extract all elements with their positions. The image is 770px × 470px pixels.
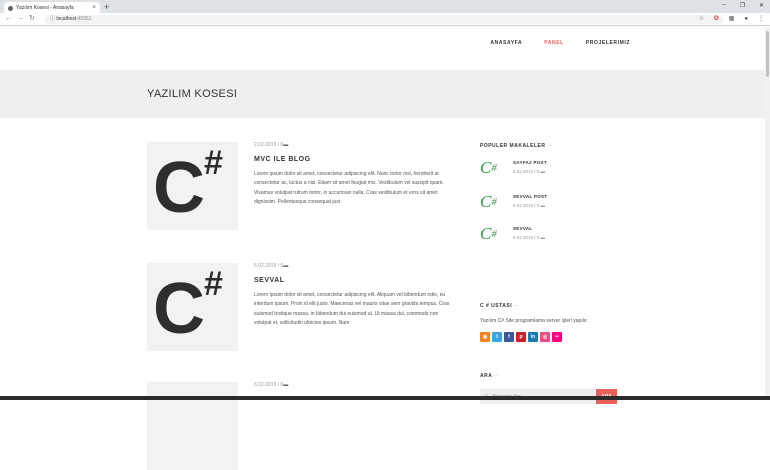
star-icon[interactable]: ☆	[699, 14, 704, 24]
popular-post-item[interactable]: C# SEVVAL 6.02.2019 / 0 ▬	[480, 225, 545, 243]
pinterest-icon[interactable]: p	[516, 332, 526, 342]
favicon-icon	[8, 5, 13, 11]
browser-chrome: Yazılım Kosesi - Anasayfa × + – ❐ ✕ ← → …	[0, 0, 770, 26]
popular-post-meta: 6.02.2019 / 0 ▬	[513, 169, 546, 174]
new-tab-icon[interactable]: +	[104, 2, 109, 12]
restore-icon[interactable]: ❐	[740, 2, 745, 9]
taskbar-edge	[0, 396, 770, 400]
reload-icon[interactable]: ↻	[29, 14, 35, 24]
url-host: localhost	[56, 16, 77, 22]
csharp-icon: C#	[480, 224, 497, 243]
flickr-icon[interactable]: ••	[552, 332, 562, 342]
search-title: ARA --	[480, 373, 499, 379]
post-title[interactable]: MVC ILE BLOG	[254, 156, 311, 163]
popular-post-item[interactable]: C# SAYFA2 POST 6.02.2019 / 0 ▬	[480, 159, 547, 177]
toolbar-icons: ☆ O ▦ ● ⋮	[699, 14, 764, 24]
post-excerpt: Lorem ipsum dolor sit amet, consectetur …	[254, 171, 444, 206]
popular-posts-title: POPULER MAKALELER --	[480, 143, 552, 149]
profile-icon[interactable]: ●	[744, 14, 748, 24]
url-port: :49351	[76, 16, 92, 22]
tab-title: Yazılım Kosesi - Anasayfa	[16, 5, 74, 11]
comment-icon: ▬	[283, 382, 289, 388]
nav-panel[interactable]: PANEL	[544, 40, 564, 46]
hero-banner: YAZILIM KOSESI	[0, 70, 765, 118]
about-text: Yazılım C# Site programlama server işler…	[480, 318, 588, 324]
csharp-logo-icon: C	[153, 269, 205, 349]
page-scrollbar[interactable]	[765, 27, 770, 400]
minimize-icon[interactable]: –	[722, 2, 725, 9]
sidebar: POPULER MAKALELER -- C# SAYFA2 POST 6.02…	[480, 143, 620, 404]
post-thumbnail[interactable]: C #	[147, 263, 238, 351]
back-icon[interactable]: ←	[5, 14, 12, 24]
nav-projelerimiz[interactable]: PROJELERIMIZ	[586, 40, 630, 46]
dribbble-icon[interactable]: ◎	[540, 332, 550, 342]
post-meta: 2.02.2019 / 0▬	[254, 142, 289, 148]
post-date: 6.02.2019	[254, 382, 277, 388]
info-icon: ⓘ	[50, 16, 56, 22]
address-bar-row: ← → ↻ ⓘ localhost:49351 ☆ O ▦ ● ⋮	[0, 13, 770, 26]
sharp-sign-icon: #	[204, 265, 223, 303]
popular-post-title[interactable]: SEVVAL	[513, 226, 545, 231]
menu-icon[interactable]: ⋮	[758, 14, 764, 24]
top-navigation: ANASAYFA PANEL PROJELERIMIZ	[490, 40, 630, 46]
scrollbar-thumb[interactable]	[766, 31, 769, 77]
post-title[interactable]: SEVVAL	[254, 277, 285, 284]
popular-post-meta: 6.02.2019 / 0 ▬	[513, 203, 546, 208]
about-title: C # USTASI --	[480, 303, 519, 309]
nav-anasayfa[interactable]: ANASAYFA	[490, 40, 522, 46]
opera-icon[interactable]: O	[714, 14, 719, 24]
window-controls: – ❐ ✕	[722, 2, 764, 9]
comment-icon: ▬	[283, 263, 289, 269]
post-meta: 6.02.2019 / 0▬	[254, 382, 289, 388]
comment-icon: ▬	[540, 203, 546, 208]
post-date: 2.02.2019	[254, 142, 277, 148]
post-meta: 6.02.2019 / 0▬	[254, 263, 289, 269]
popular-post-meta: 6.02.2019 / 0 ▬	[513, 235, 546, 240]
linkedin-icon[interactable]: in	[528, 332, 538, 342]
popular-post-title[interactable]: SAYFA2 POST	[513, 160, 547, 165]
sharp-sign-icon: #	[204, 144, 223, 182]
post-thumbnail[interactable]: C #	[147, 142, 238, 230]
extension-icon[interactable]: ▦	[729, 14, 735, 24]
url-field[interactable]: ⓘ localhost:49351	[44, 15, 724, 24]
page-title: YAZILIM KOSESI	[147, 88, 238, 100]
twitter-icon[interactable]: t	[492, 332, 502, 342]
csharp-icon: C#	[480, 192, 497, 211]
facebook-icon[interactable]: f	[504, 332, 514, 342]
post-date: 6.02.2019	[254, 263, 277, 269]
popular-post-item[interactable]: C# SEVVAL POST 6.02.2019 / 0 ▬	[480, 193, 547, 211]
csharp-icon: C#	[480, 158, 497, 177]
social-links: ◉ t f p in ◎ ••	[480, 332, 562, 342]
comment-icon: ▬	[540, 235, 546, 240]
post-excerpt: Lorem ipsum dolor sit amet, consectetur …	[254, 292, 450, 327]
popular-post-title[interactable]: SEVVAL POST	[513, 194, 547, 199]
comment-icon: ▬	[283, 142, 289, 148]
close-tab-icon[interactable]: ×	[92, 5, 96, 11]
comment-icon: ▬	[540, 169, 546, 174]
rss-icon[interactable]: ◉	[480, 332, 490, 342]
page-content: ANASAYFA PANEL PROJELERIMIZ YAZILIM KOSE…	[0, 27, 770, 470]
close-window-icon[interactable]: ✕	[759, 2, 764, 9]
csharp-logo-icon: C	[153, 148, 205, 228]
forward-icon[interactable]: →	[17, 14, 24, 24]
